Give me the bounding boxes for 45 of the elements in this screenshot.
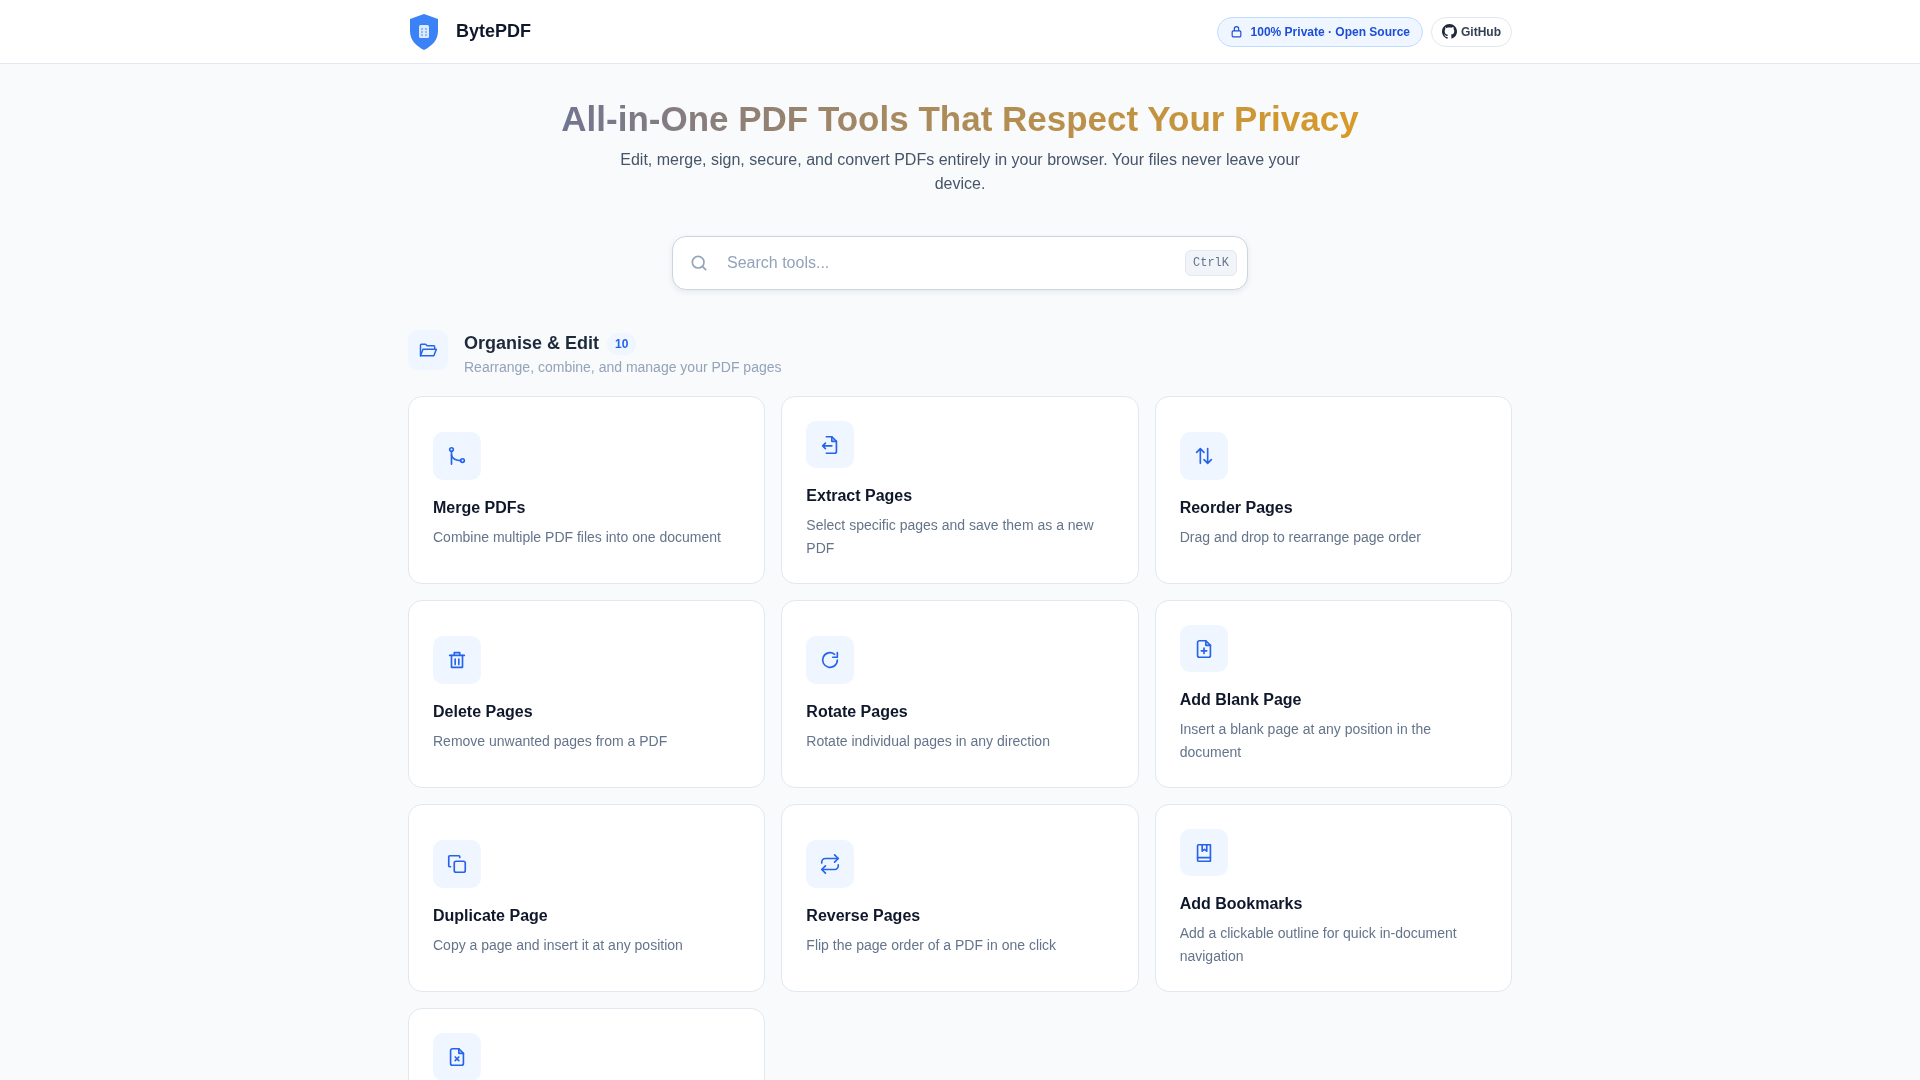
tool-title: Duplicate Page [433,905,549,926]
brand-name: BytePDF [456,20,531,43]
lock-icon [1229,25,1243,38]
tool-description: Select specific pages and save them as a new PDF [806,516,1095,558]
tool-card[interactable]: Add Blank Page Insert a blank page at any position in the document [1154,600,1512,788]
tool-card[interactable]: Add Bookmarks Add a clickable outline for quick in-document navigation [1154,804,1512,992]
folder-icon [418,340,438,360]
tool-description: Copy a page and insert it at any position [433,935,684,955]
search-input[interactable]: Search tools... [725,250,1169,276]
copy-icon [446,852,468,875]
tool-description: Rotate individual pages in any direction [806,731,1051,751]
section-subtitle: Rearrange, combine, and manage your PDF pages [464,358,782,377]
tool-card[interactable]: Rotate Pages Rotate individual pages in any direction [781,600,1139,788]
tool-card[interactable]: Reorder Pages Drag and drop to rearrange page order [1154,396,1512,584]
tool-description: Drag and drop to rearrange page order [1179,527,1422,547]
tool-description: Combine multiple PDF files into one document [433,527,722,547]
privacy-badge: 100% Private · Open Source [1216,16,1423,47]
tool-title: Merge PDFs [433,497,527,518]
tool-card[interactable]: Delete Pages Remove unwanted pages from a PDF [408,600,766,788]
tool-description: Remove unwanted pages from a PDF [433,731,669,751]
github-link[interactable]: GitHub [1431,16,1512,47]
github-icon [1442,24,1457,39]
tool-title: Reverse Pages [806,905,922,926]
search-field[interactable]: Search tools... CtrlK [672,236,1248,290]
tool-title: Add Blank Page [1179,690,1303,711]
section-title: Organise & Edit [464,332,600,355]
tool-description: Insert a blank page at any position in the document [1179,720,1433,762]
shield-logo-icon [408,12,440,51]
merge-icon [446,444,468,467]
tool-description: Add a clickable outline for quick in-document navigation [1179,924,1458,966]
tool-title: Reorder Pages [1179,497,1294,518]
tool-card[interactable]: Duplicate Page Copy a page and insert it at any position [408,804,766,992]
tool-card[interactable]: Merge PDFs Combine multiple PDF files into one document [408,396,766,584]
repeat-arrows-icon [819,852,842,875]
tool-title: Extract Pages [806,486,914,507]
tool-title: Rotate Pages [806,701,909,722]
tool-card[interactable]: Reverse Pages Flip the page order of a PDF in one click [781,804,1139,992]
keyboard-shortcut: CtrlK [1185,250,1237,276]
count-badge: 10 [607,332,637,355]
tool-title: Add Bookmarks [1179,894,1304,915]
tool-title: Delete Pages [433,701,534,722]
search-icon [689,253,709,273]
tool-card[interactable]: Extract Pages Select specific pages and save them as a new PDF [781,396,1139,584]
tool-description: Flip the page order of a PDF in one click [806,935,1058,955]
hero-subtitle: Edit, merge, sign, secure, and convert PDFs entirely in your browser. Your files never leave your device. [620,150,1300,194]
